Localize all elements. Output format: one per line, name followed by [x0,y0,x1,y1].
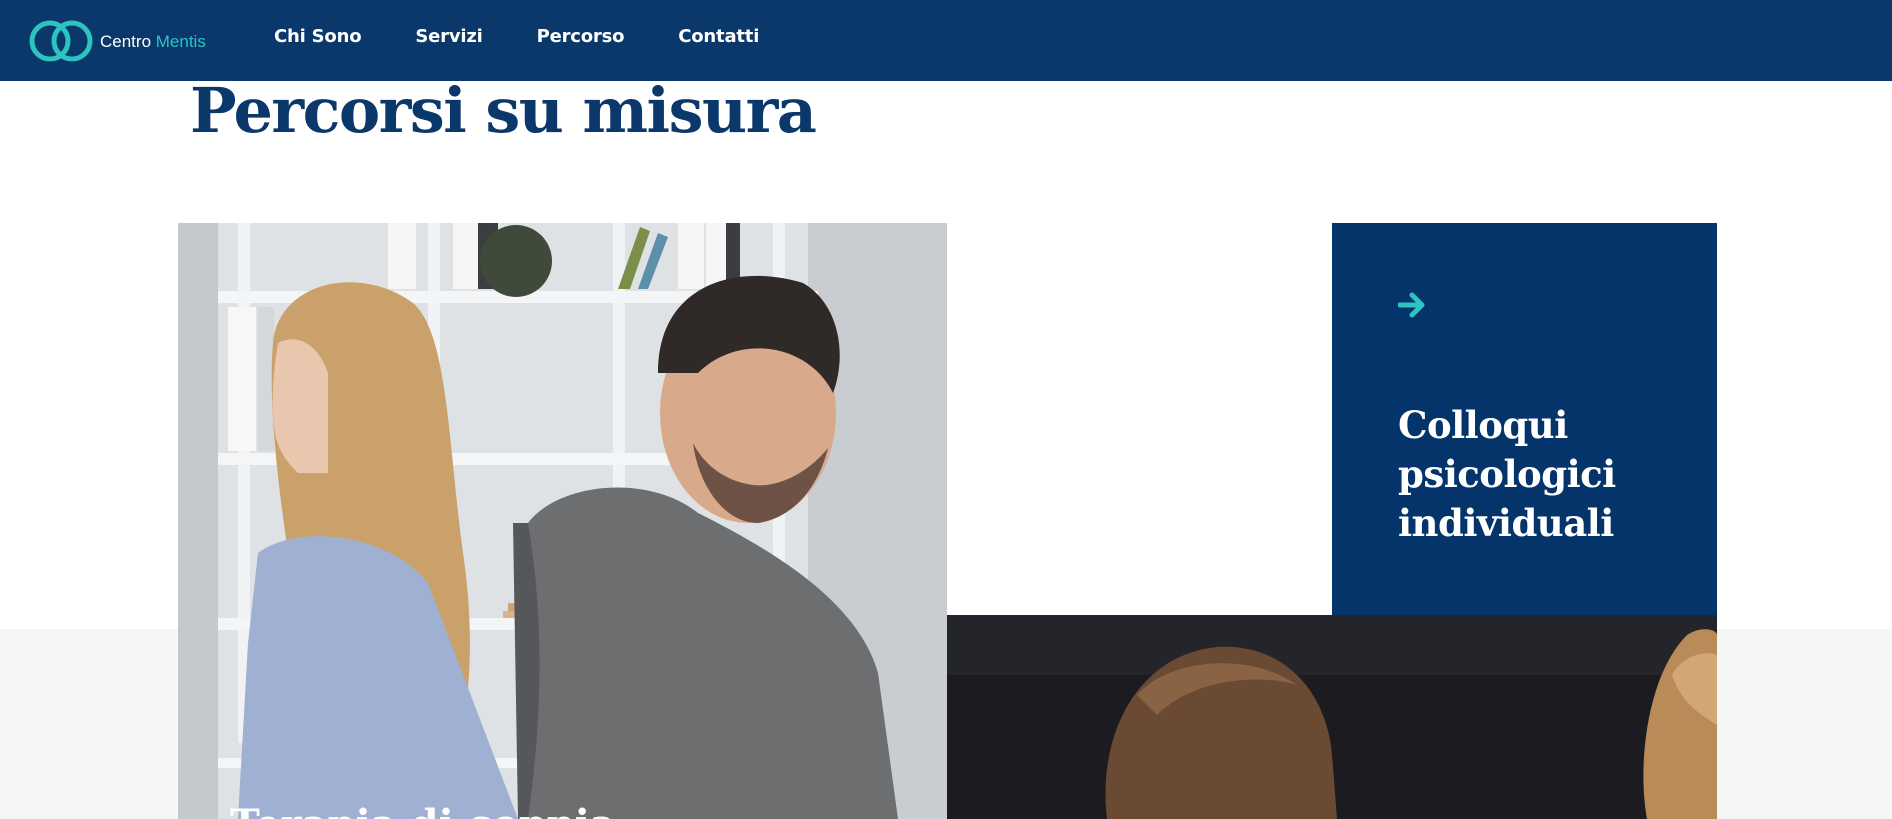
logo-word-centro: Centro [100,32,152,51]
card-title: Colloqui psicologici individuali [1398,403,1616,545]
logo-word-mentis: Mentis [155,32,206,51]
logo-text: Centro Mentis [100,32,206,52]
nav-link-contatti[interactable]: Contatti [678,26,759,47]
nav-link-servizi[interactable]: Servizi [415,26,482,47]
therapy-session-photo [947,615,1717,819]
page-title: Percorsi su misura [190,74,817,147]
card-caption: Terapia di coppia [230,801,616,819]
couple-therapy-card[interactable]: Terapia di coppia [178,223,947,819]
nav-link-chi-sono[interactable]: Chi Sono [274,26,362,47]
couple-photo [178,223,947,819]
session-photo [947,615,1717,819]
nav-link-percorso[interactable]: Percorso [537,26,625,47]
rings-logo-icon [29,20,93,62]
logo[interactable]: Centro Mentis [28,18,206,64]
top-navbar: Centro Mentis Chi Sono Servizi Percorso … [0,0,1892,81]
main-nav: Chi Sono Servizi Percorso Contatti [274,26,813,47]
arrow-right-icon [1398,292,1425,318]
individual-sessions-card[interactable]: Colloqui psicologici individuali [1332,223,1717,615]
